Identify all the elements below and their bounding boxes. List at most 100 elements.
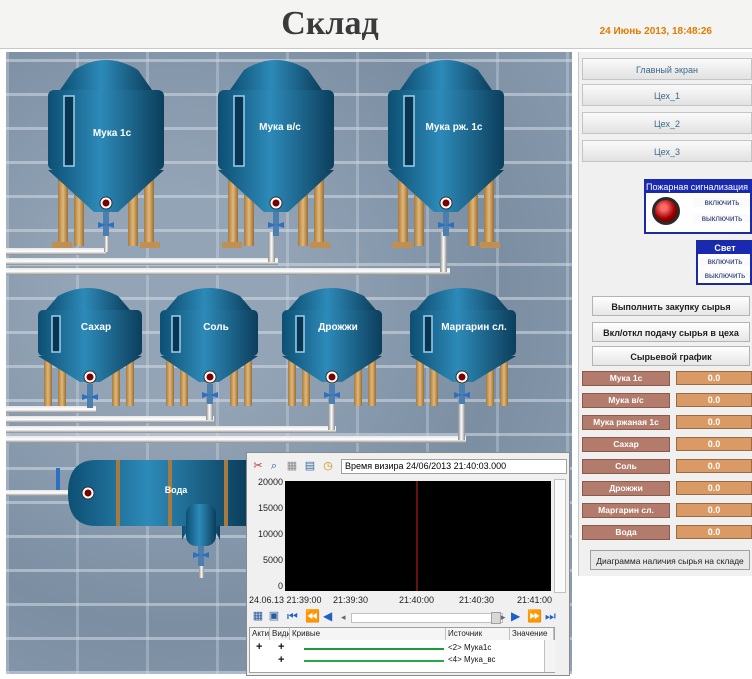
tank-label-muka-vs: Мука в/с [259,122,301,133]
trend-window: ✂ ⌕ ▦ ▤ ◷ Время визира 24/06/2013 21:40:… [246,452,570,676]
raw-chart-button[interactable]: Сырьевой график [592,346,750,366]
zoom-icon[interactable]: ⌕ [267,459,281,473]
table-icon[interactable]: ▦ [251,609,265,623]
header-bar: Склад 24 Июнь 2013, 18:48:26 [0,0,752,49]
table-scrollbar[interactable] [544,640,555,672]
material-value: 0.0 [676,459,752,473]
trend-plot[interactable] [285,481,551,591]
y-tick: 20000 [257,477,283,487]
pipe-4 [6,406,96,413]
tank-margarin[interactable] [410,288,516,406]
column-header[interactable]: Значение [510,628,554,640]
material-label: Мука 1с [582,371,670,386]
column-header[interactable]: Активн [250,628,270,640]
pipe-5 [6,416,214,423]
pipe-3 [6,268,450,275]
cut-icon[interactable]: ✂ [251,459,265,473]
pipe-2 [6,258,278,265]
curves-table: Активн Видим Кривые Источник Значение + … [249,627,555,673]
material-label: Мука в/с [582,393,670,408]
datetime-display: 24 Июнь 2013, 18:48:26 [599,26,712,37]
tank-label-drozhzhi: Дрожжи [318,322,358,333]
material-value: 0.0 [676,415,752,429]
material-label: Маргарин сл. [582,503,670,518]
tank-voda[interactable] [68,460,246,578]
curve-line-sample [304,648,444,650]
light-on-button[interactable]: включить [700,257,750,266]
material-value: 0.0 [676,371,752,385]
y-tick: 0 [277,581,283,591]
cursor-time-field: Время визира 24/06/2013 21:40:03.000 [341,459,567,474]
scroll-left-icon[interactable]: ◂ [341,612,346,623]
tank-label-margarin: Маргарин сл. [441,322,507,333]
tank-muka-1s[interactable] [48,60,164,252]
page-title: Склад [281,5,379,42]
y-tick: 15000 [257,503,283,513]
visible-toggle[interactable]: + [278,654,284,666]
light-title: Свет [698,242,752,254]
stock-diagram-button[interactable]: Диаграмма наличия сырья на складе [590,550,750,570]
x-tick: 24.06.13 21:39:00 [249,595,322,605]
grid-icon[interactable]: ▦ [285,459,299,473]
tank-label-sol: Соль [203,322,229,333]
column-header[interactable]: Источник [446,628,510,640]
material-value: 0.0 [676,525,752,539]
shop-3-button[interactable]: Цех_3 [582,140,752,162]
material-value: 0.0 [676,481,752,495]
pipe-3-riser [440,232,447,272]
main-screen-button[interactable]: Главный экран [582,58,752,80]
material-label: Вода [582,525,670,540]
go-start-icon[interactable]: ⏮ [287,609,298,624]
tank-label-muka-1s: Мука 1с [92,128,132,139]
step-forward-icon[interactable]: ▶ [511,609,520,623]
tank-sahar[interactable] [38,288,142,408]
go-end-icon[interactable]: ⏭ [545,609,556,624]
toggle-feed-button[interactable]: Вкл/откл подачу сырья в цеха [592,322,750,342]
pipe-2-riser [268,232,275,262]
y-tick: 10000 [257,529,283,539]
fire-alarm-off-button[interactable]: выключить [694,214,750,223]
purchase-raw-button[interactable]: Выполнить закупку сырья [592,296,750,316]
column-header[interactable]: Кривые [290,628,446,640]
water-inlet-pipe [6,490,78,496]
tank-label-voda: Вода [164,485,188,495]
tank-drozhzhi[interactable] [282,288,382,406]
material-label: Соль [582,459,670,474]
fast-back-icon[interactable]: ⏪ [305,609,320,623]
active-toggle[interactable]: + [256,641,262,653]
pipe-7 [6,436,466,443]
light-off-button[interactable]: выключить [700,271,750,280]
shop-2-button[interactable]: Цех_2 [582,112,752,134]
tank-label-sahar: Сахар [80,322,112,333]
material-label: Мука ржаная 1с [582,415,670,430]
scroll-right-icon[interactable]: ▸ [501,612,506,623]
fast-forward-icon[interactable]: ⏩ [527,609,542,623]
tank-sol[interactable] [160,288,258,406]
clock-icon[interactable]: ◷ [321,459,335,473]
calendar-icon[interactable]: ▤ [303,459,317,473]
material-value: 0.0 [676,503,752,517]
settings-icon[interactable]: ▣ [267,609,281,623]
step-back-icon[interactable]: ◀ [323,609,332,623]
curve-source: <4> Мука_вс [448,655,496,664]
fire-alarm-panel: Пожарная сигнализация включить выключить [644,179,752,234]
x-tick: 21:40:30 [459,595,495,605]
water-inlet-valve[interactable] [56,468,60,490]
fire-alarm-on-button[interactable]: включить [694,198,750,207]
fire-alarm-title: Пожарная сигнализация [646,181,752,193]
column-header[interactable]: Видим [270,628,290,640]
material-value: 0.0 [676,437,752,451]
trend-vertical-scrollbar[interactable] [554,479,566,593]
y-tick: 5000 [262,555,283,565]
tank-muka-vs[interactable] [218,60,334,248]
material-label: Сахар [582,437,670,452]
shop-1-button[interactable]: Цех_1 [582,84,752,106]
light-panel: Свет включить выключить [696,240,752,285]
visible-toggle[interactable]: + [278,641,284,653]
material-value: 0.0 [676,393,752,407]
material-label: Дрожжи [582,481,670,496]
scroll-thumb[interactable] [491,612,501,624]
tank-muka-rzh-1s[interactable] [388,60,504,248]
trend-horizontal-scrollbar[interactable] [351,613,503,623]
pipe-6 [6,426,336,433]
